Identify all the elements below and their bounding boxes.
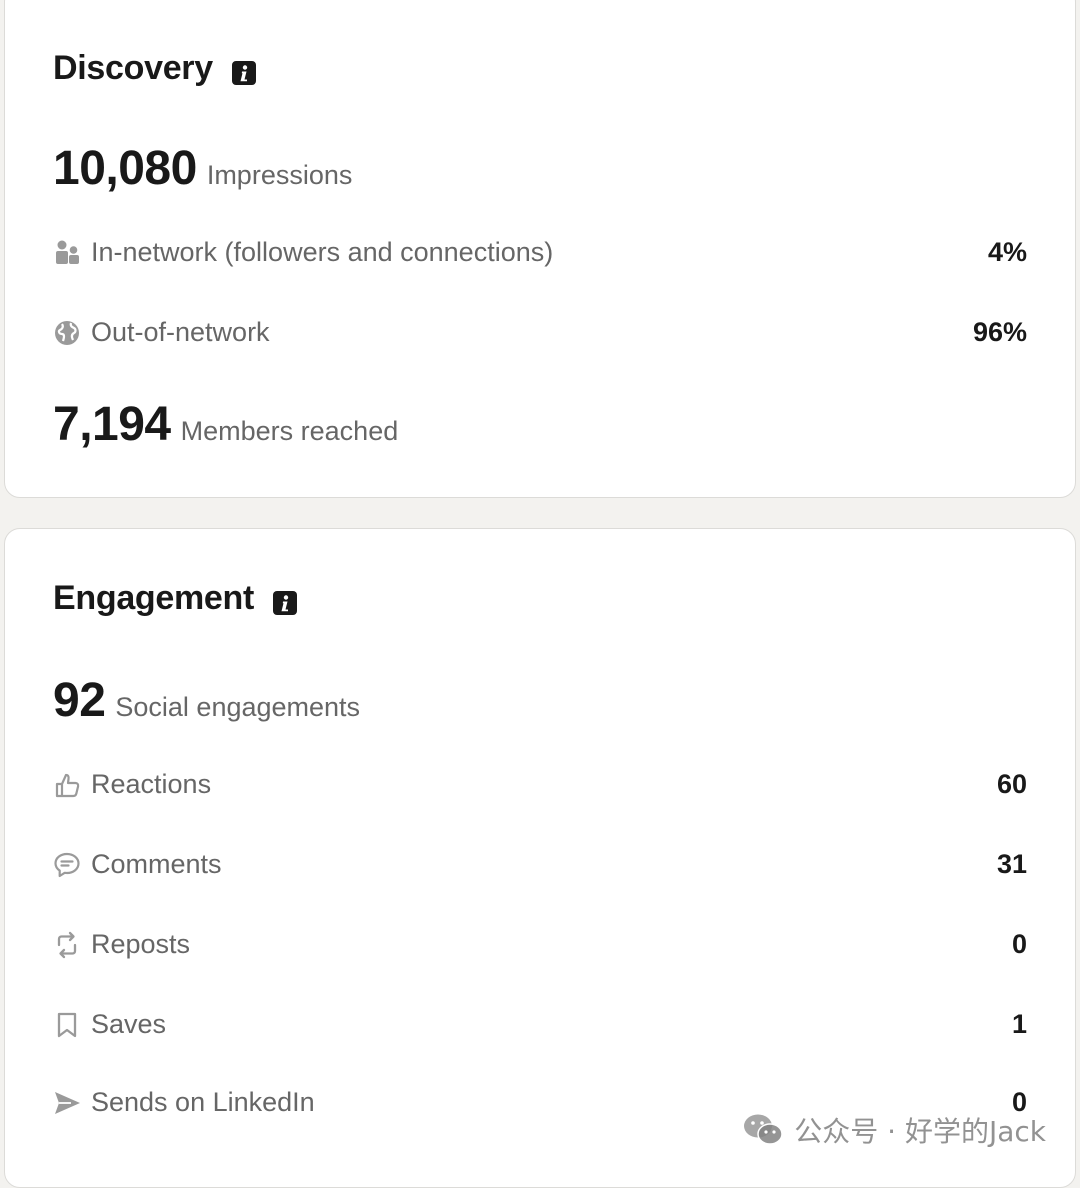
engagement-title-text: Engagement — [53, 579, 255, 617]
reactions-row: Reactions 60 — [53, 769, 1027, 800]
reposts-label: Reposts — [91, 929, 191, 959]
discovery-title: Discovery — [53, 49, 257, 88]
social-engagements-stat: 92 Social engagements — [53, 673, 360, 728]
thumbs-up-icon — [53, 771, 81, 799]
discovery-card: Discovery 10,080 Impressions In-network … — [4, 0, 1076, 498]
engagement-title: Engagement — [53, 579, 298, 618]
impressions-stat: 10,080 Impressions — [53, 141, 352, 196]
in-network-label: In-network (followers and connections) — [91, 237, 554, 267]
info-icon[interactable] — [272, 586, 298, 615]
bookmark-icon — [53, 1011, 81, 1039]
social-engagements-value: 92 — [53, 674, 106, 727]
members-reached-label: Members reached — [180, 416, 399, 446]
in-network-row: In-network (followers and connections) 4… — [53, 237, 1027, 268]
out-of-network-label: Out-of-network — [91, 317, 270, 347]
in-network-value: 4% — [987, 237, 1027, 267]
reactions-value: 60 — [996, 769, 1027, 799]
members-reached-stat: 7,194 Members reached — [53, 397, 398, 452]
info-icon[interactable] — [231, 56, 257, 85]
out-of-network-value: 96% — [972, 317, 1027, 347]
saves-value: 1 — [1011, 1009, 1027, 1039]
people-icon — [53, 239, 81, 267]
saves-label: Saves — [91, 1009, 167, 1039]
members-reached-value: 7,194 — [53, 398, 171, 451]
engagement-card: Engagement 92 Social engagements Reactio… — [4, 528, 1076, 1188]
watermark-text: 公众号 · 好学的Jack — [794, 1115, 1046, 1148]
send-icon — [53, 1089, 81, 1117]
comments-row: Comments 31 — [53, 849, 1027, 880]
impressions-value: 10,080 — [53, 142, 197, 195]
out-of-network-row: Out-of-network 96% — [53, 317, 1027, 348]
reposts-value: 0 — [1011, 929, 1027, 959]
impressions-label: Impressions — [206, 160, 353, 190]
sends-label: Sends on LinkedIn — [91, 1087, 315, 1117]
saves-row: Saves 1 — [53, 1009, 1027, 1040]
repost-icon — [53, 931, 81, 959]
social-engagements-label: Social engagements — [115, 692, 361, 722]
reposts-row: Reposts 0 — [53, 929, 1027, 960]
watermark: 公众号 · 好学的Jack — [742, 1110, 1046, 1150]
wechat-icon — [742, 1112, 784, 1148]
discovery-title-text: Discovery — [53, 49, 213, 87]
comments-label: Comments — [91, 849, 222, 879]
globe-icon — [53, 319, 81, 347]
reactions-label: Reactions — [91, 769, 212, 799]
comment-icon — [53, 851, 81, 879]
comments-value: 31 — [996, 849, 1027, 879]
